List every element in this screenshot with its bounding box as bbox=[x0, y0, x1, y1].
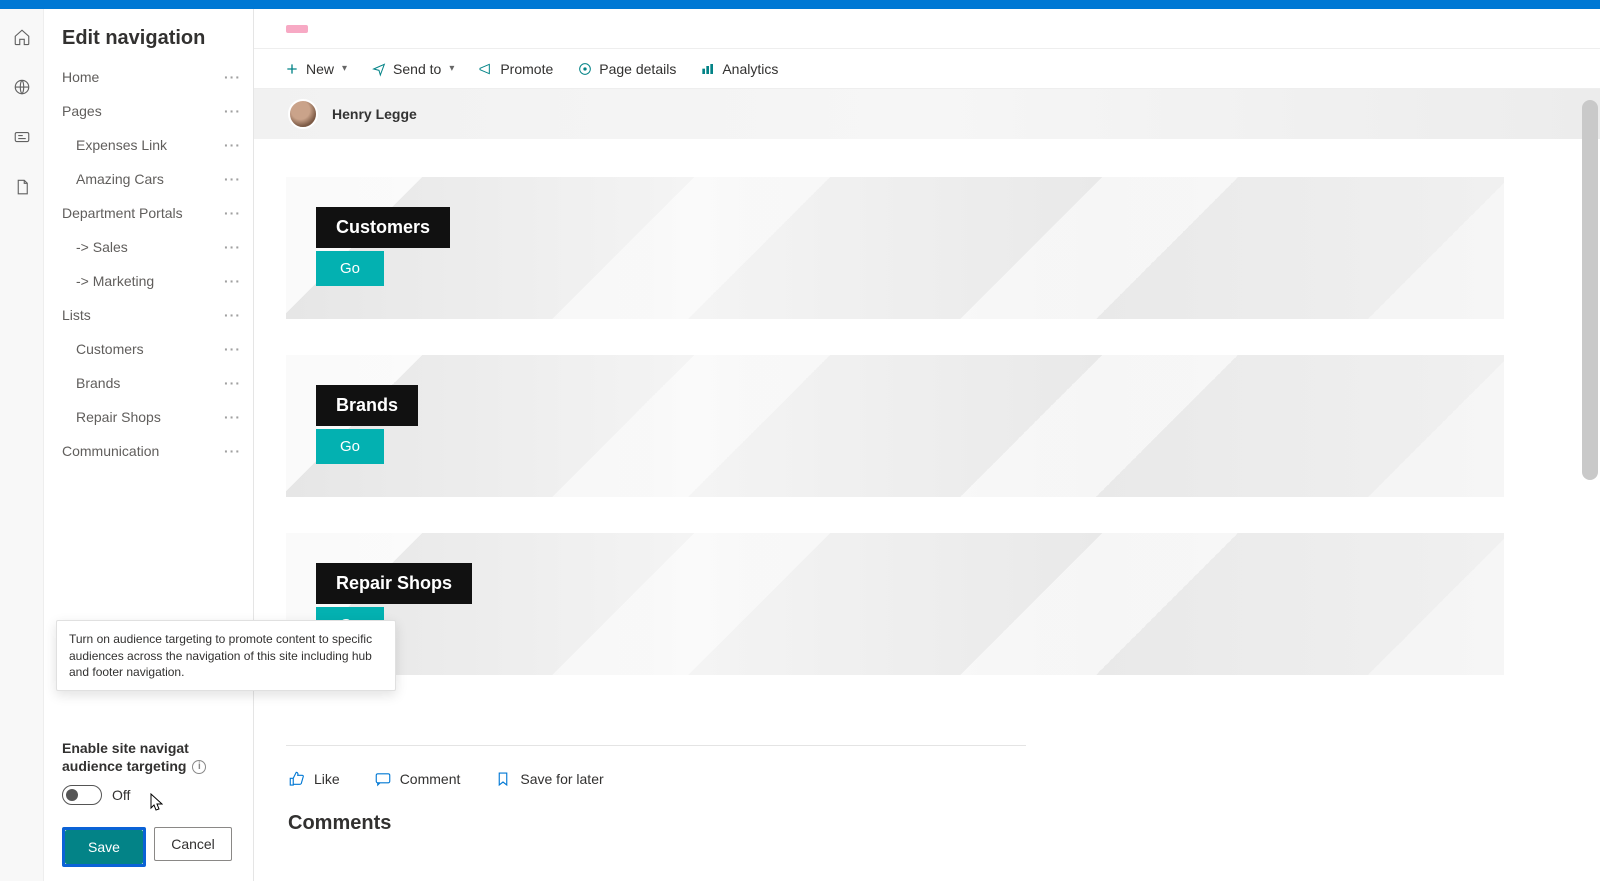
nav-item[interactable]: Communication ··· bbox=[44, 434, 253, 468]
globe-icon[interactable] bbox=[12, 77, 32, 97]
audience-toggle-label: Enable site navigat audience targeting i bbox=[62, 739, 235, 775]
quicklink-card: Repair ShopsGo bbox=[286, 533, 1504, 675]
nav-item[interactable]: Expenses Link ··· bbox=[44, 128, 253, 162]
info-icon[interactable]: i bbox=[192, 760, 206, 774]
nav-item[interactable]: -> Sales ··· bbox=[44, 230, 253, 264]
audience-toggle[interactable] bbox=[62, 785, 102, 805]
nav-item[interactable]: Brands ··· bbox=[44, 366, 253, 400]
nav-item[interactable]: Pages ··· bbox=[44, 94, 253, 128]
nav-item-label: Amazing Cars bbox=[76, 171, 164, 187]
save-for-later-button[interactable]: Save for later bbox=[494, 770, 603, 788]
news-icon[interactable] bbox=[12, 127, 32, 147]
save-button[interactable]: Save bbox=[65, 830, 143, 864]
card-title: Customers bbox=[316, 207, 450, 248]
analytics-label: Analytics bbox=[722, 61, 778, 77]
site-logo[interactable] bbox=[286, 25, 308, 33]
nav-item-label: Expenses Link bbox=[76, 137, 167, 153]
nav-item-menu-icon[interactable]: ··· bbox=[218, 69, 247, 85]
edit-navigation-panel: Edit navigation Home···Pages···Expenses … bbox=[44, 9, 254, 881]
nav-item[interactable]: Home ··· bbox=[44, 60, 253, 94]
panel-title: Edit navigation bbox=[44, 9, 253, 60]
like-button[interactable]: Like bbox=[288, 770, 340, 788]
nav-item-label: Repair Shops bbox=[76, 409, 161, 425]
card-title: Repair Shops bbox=[316, 563, 472, 604]
nav-item-menu-icon[interactable]: ··· bbox=[218, 341, 247, 357]
audience-tooltip: Turn on audience targeting to promote co… bbox=[56, 620, 396, 691]
toggle-state: Off bbox=[112, 787, 130, 803]
card-go-button[interactable]: Go bbox=[316, 429, 384, 464]
nav-item[interactable]: Customers ··· bbox=[44, 332, 253, 366]
chevron-down-icon: ▾ bbox=[449, 63, 454, 74]
nav-item-label: Department Portals bbox=[62, 205, 183, 221]
like-label: Like bbox=[314, 771, 340, 787]
nav-item-menu-icon[interactable]: ··· bbox=[218, 137, 247, 153]
page-details-button[interactable]: Page details bbox=[577, 61, 676, 77]
promote-button[interactable]: Promote bbox=[478, 61, 553, 77]
nav-item-menu-icon[interactable]: ··· bbox=[218, 375, 247, 391]
promote-label: Promote bbox=[500, 61, 553, 77]
site-header bbox=[254, 9, 1600, 49]
comments-heading: Comments bbox=[254, 792, 1600, 835]
home-icon[interactable] bbox=[12, 27, 32, 47]
nav-item-menu-icon[interactable]: ··· bbox=[218, 409, 247, 425]
nav-item-menu-icon[interactable]: ··· bbox=[218, 273, 247, 289]
nav-item-menu-icon[interactable]: ··· bbox=[218, 103, 247, 119]
nav-item-label: Brands bbox=[76, 375, 120, 391]
author-name: Henry Legge bbox=[332, 106, 417, 122]
nav-item-label: Communication bbox=[62, 443, 159, 459]
page-content: Henry Legge CustomersGoBrandsGoRepair Sh… bbox=[254, 89, 1600, 881]
comment-button[interactable]: Comment bbox=[374, 770, 461, 788]
quicklink-card: CustomersGo bbox=[286, 177, 1504, 319]
comment-label: Comment bbox=[400, 771, 461, 787]
card-title: Brands bbox=[316, 385, 418, 426]
toggle-label-line2: audience targeting bbox=[62, 758, 186, 774]
suite-bar bbox=[0, 0, 1600, 9]
nav-item-label: Customers bbox=[76, 341, 144, 357]
nav-item[interactable]: Lists ··· bbox=[44, 298, 253, 332]
nav-item[interactable]: -> Marketing ··· bbox=[44, 264, 253, 298]
nav-item[interactable]: Department Portals ··· bbox=[44, 196, 253, 230]
nav-item-menu-icon[interactable]: ··· bbox=[218, 443, 247, 459]
nav-item[interactable]: Repair Shops ··· bbox=[44, 400, 253, 434]
page-details-label: Page details bbox=[599, 61, 676, 77]
nav-item-label: Pages bbox=[62, 103, 102, 119]
send-to-label: Send to bbox=[393, 61, 441, 77]
card-go-button[interactable]: Go bbox=[316, 251, 384, 286]
nav-item-label: Lists bbox=[62, 307, 91, 323]
main-area: New ▾ Send to ▾ Promote Page details Ana… bbox=[254, 9, 1600, 881]
command-bar: New ▾ Send to ▾ Promote Page details Ana… bbox=[254, 49, 1600, 89]
toggle-label-line1: Enable site navigat bbox=[62, 740, 189, 756]
app-rail bbox=[0, 9, 44, 881]
chevron-down-icon: ▾ bbox=[342, 63, 347, 74]
quicklink-card: BrandsGo bbox=[286, 355, 1504, 497]
new-button[interactable]: New ▾ bbox=[284, 61, 347, 77]
scrollbar[interactable] bbox=[1582, 100, 1598, 480]
author-row: Henry Legge bbox=[254, 89, 1600, 139]
nav-item-menu-icon[interactable]: ··· bbox=[218, 239, 247, 255]
send-to-button[interactable]: Send to ▾ bbox=[371, 61, 454, 77]
nav-item-menu-icon[interactable]: ··· bbox=[218, 205, 247, 221]
nav-item-menu-icon[interactable]: ··· bbox=[218, 171, 247, 187]
panel-footer: Enable site navigat audience targeting i… bbox=[44, 727, 253, 881]
save-label: Save for later bbox=[520, 771, 603, 787]
analytics-button[interactable]: Analytics bbox=[700, 61, 778, 77]
save-highlight: Save bbox=[62, 827, 146, 867]
file-icon[interactable] bbox=[12, 177, 32, 197]
nav-item-menu-icon[interactable]: ··· bbox=[218, 307, 247, 323]
cancel-button[interactable]: Cancel bbox=[154, 827, 232, 861]
nav-item-label: -> Sales bbox=[76, 239, 128, 255]
nav-item-label: -> Marketing bbox=[76, 273, 154, 289]
nav-item-label: Home bbox=[62, 69, 99, 85]
nav-item[interactable]: Amazing Cars ··· bbox=[44, 162, 253, 196]
reactions-bar: Like Comment Save for later bbox=[254, 746, 1600, 792]
avatar[interactable] bbox=[288, 99, 318, 129]
card-list: CustomersGoBrandsGoRepair ShopsGo bbox=[254, 139, 1600, 721]
new-label: New bbox=[306, 61, 334, 77]
